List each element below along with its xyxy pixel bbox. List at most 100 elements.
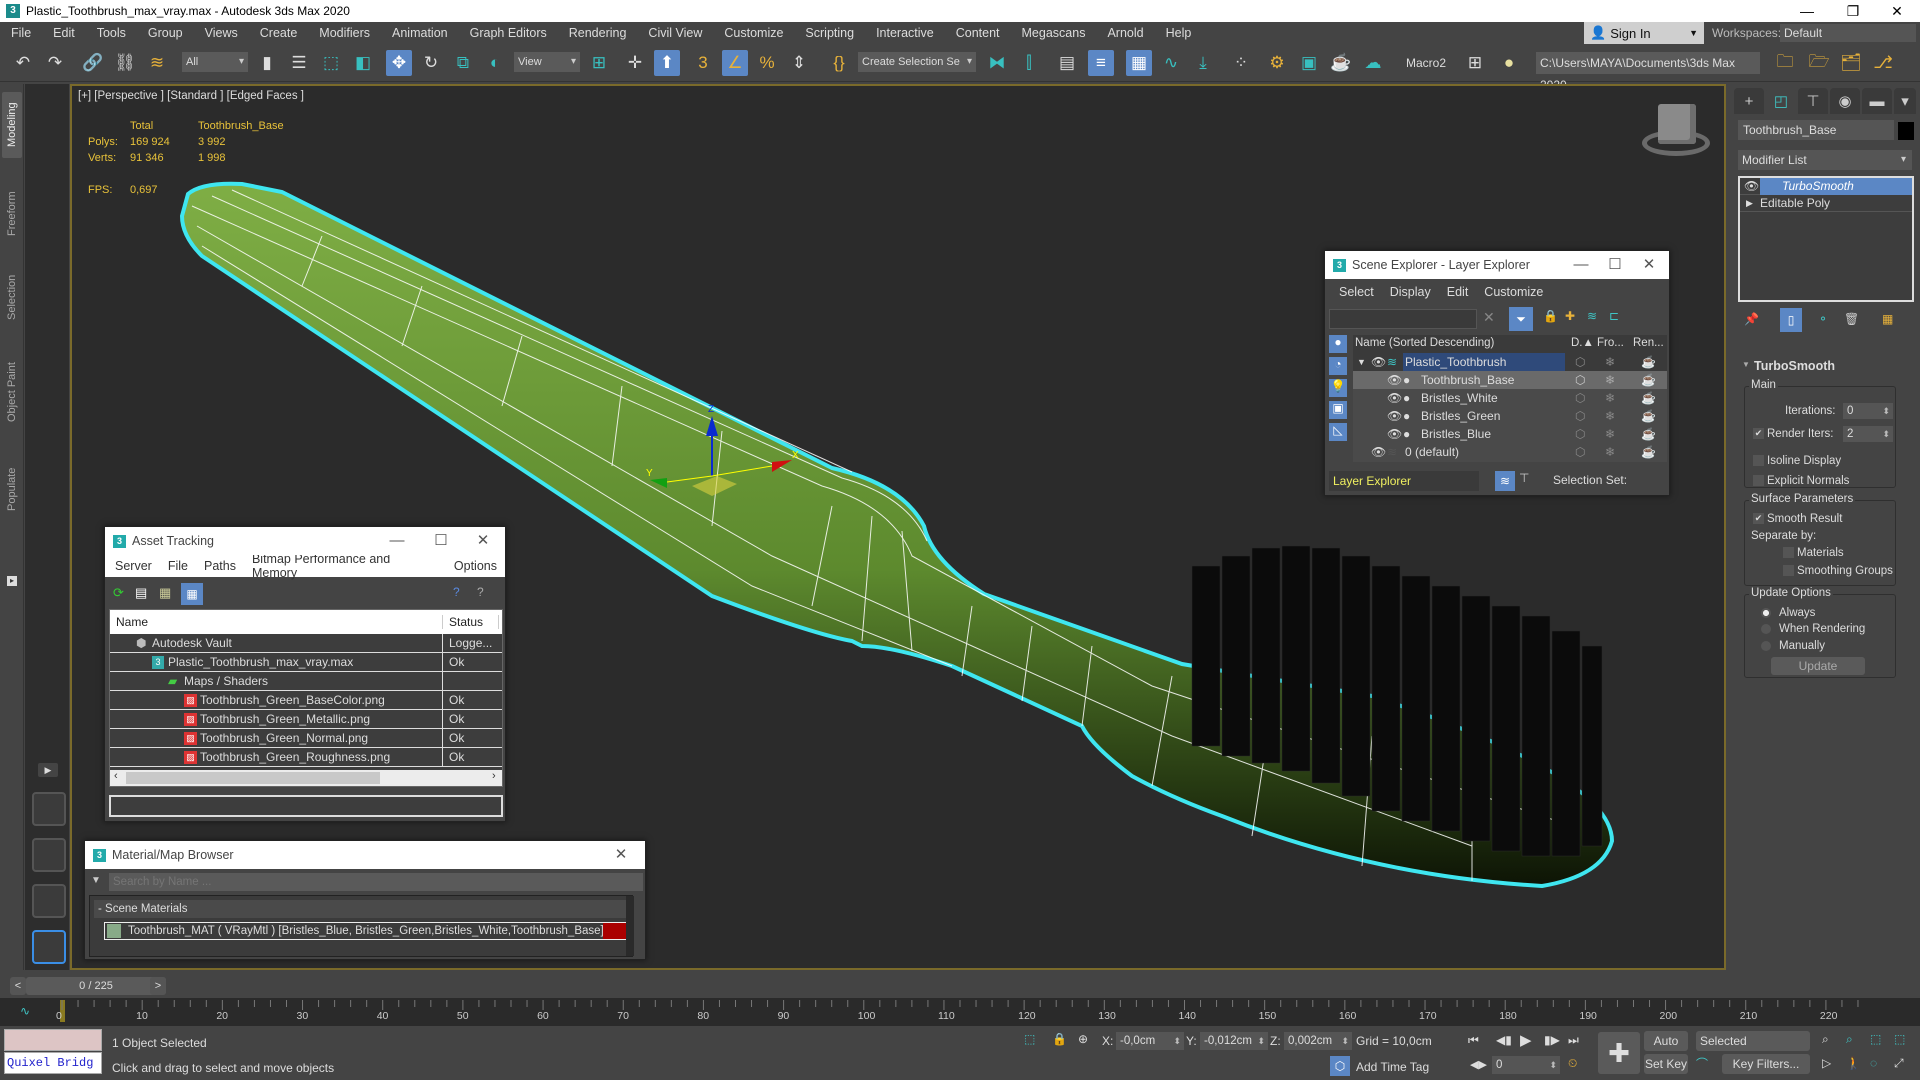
add-to-layer-icon[interactable]: ≋ [1587,309,1597,323]
add-time-tag-button[interactable]: Add Time Tag [1356,1060,1429,1074]
zoom-extents-icon[interactable]: ⬚ [1870,1032,1881,1046]
ref-coord-dropdown[interactable]: View [514,52,580,72]
display-icon[interactable]: ⬡ [1575,443,1585,462]
refresh-icon[interactable]: ⟳ [113,585,124,601]
selection-filter-dropdown[interactable]: All [182,52,248,72]
next-key-icon[interactable]: ▮▶ [1544,1033,1560,1047]
select-by-name-icon[interactable]: ☰ [286,50,312,76]
update-when-rendering-radio[interactable]: When Rendering [1761,623,1865,635]
tree-row[interactable]: 👁 ● Toothbrush_Base ⬡ ❄ ☕ [1353,371,1667,390]
eye-icon[interactable]: 👁 [1387,371,1402,390]
menu-tools[interactable]: Tools [86,22,137,44]
at-menu-bitmap-performance[interactable]: Bitmap Performance and Memory [244,552,446,580]
filter-icon[interactable]: ⏷ [1509,307,1533,331]
minimize-button[interactable]: — [375,527,419,555]
freeze-icon[interactable]: ❄ [1605,371,1615,390]
maxscript-input[interactable]: Quixel Bridg [4,1052,102,1074]
open-folder-icon[interactable]: 🗁 [1806,50,1832,76]
collapse-icon[interactable]: ▼ [1742,360,1750,369]
object-name-field[interactable]: Toothbrush_Base [1738,120,1894,140]
go-to-start-icon[interactable]: ⏮ [1468,1033,1479,1048]
eye-icon[interactable]: 👁 [1387,407,1402,426]
scroll-left-icon[interactable]: ‹ [114,770,118,782]
y-coordinate-field[interactable]: -0,012cm [1200,1032,1268,1050]
modifier-list-dropdown[interactable]: Modifier List [1738,150,1912,170]
angle-snap-icon[interactable]: ∠ [722,50,748,76]
asset-row[interactable]: ⬢ Autodesk Vault Logge... [110,634,502,653]
freeze-icon[interactable]: ❄ [1605,389,1615,408]
freeze-icon[interactable]: ❄ [1605,425,1615,444]
viewcube-cube[interactable] [1658,104,1696,144]
key-mode-icon[interactable]: ◀▶ [1470,1058,1487,1071]
select-object-icon[interactable]: ▮ [254,50,280,76]
render-icon[interactable]: ☕ [1641,425,1656,444]
asset-row[interactable]: 3 Plastic_Toothbrush_max_vray.max Ok [110,653,502,672]
material-sphere-icon[interactable]: ● [1496,50,1522,76]
thumbnail-view-icon[interactable]: ▦ [159,585,171,601]
tree-row-label[interactable]: Bristles_White [1419,389,1498,408]
asset-row[interactable]: ▰ Maps / Shaders [110,672,502,691]
display-icon[interactable]: ⬡ [1575,371,1585,390]
se-menu-select[interactable]: Select [1331,285,1382,299]
snap-3d-icon[interactable]: 3 [690,50,716,76]
freeze-icon[interactable]: ❄ [1605,443,1615,462]
next-frame-button[interactable]: > [150,977,166,995]
col-render[interactable]: Ren... [1633,337,1664,349]
tree-row[interactable]: 👁 ● Bristles_Green ⬡ ❄ ☕ [1353,407,1667,426]
display-icon[interactable]: ⬡ [1575,389,1585,408]
geometry-filter-icon[interactable]: ● [1329,335,1347,353]
help-icon[interactable]: ? [477,585,484,599]
toggle-layer-explorer-icon[interactable]: ≡ [1088,50,1114,76]
redo-icon[interactable]: ↷ [42,50,68,76]
materials-checkbox[interactable]: Materials [1783,547,1844,559]
render-iters-spinner[interactable]: 2 [1843,426,1893,442]
move-icon[interactable]: ✥ [386,50,412,76]
create-tab-icon[interactable]: + [1734,88,1764,114]
expand-icon[interactable]: ▼ [1357,353,1366,372]
close-button[interactable]: ✕ [461,527,505,555]
scene-materials-header[interactable]: - Scene Materials [94,900,628,918]
se-menu-edit[interactable]: Edit [1439,285,1477,299]
close-button[interactable]: ✕ [1874,0,1920,22]
scale-icon[interactable]: ⧉ [450,50,476,76]
close-button[interactable]: ✕ [1627,251,1671,279]
asset-tracking-titlebar[interactable]: 3 Asset Tracking — ☐ ✕ [105,527,505,555]
eye-icon[interactable]: 👁 [1387,389,1402,408]
x-coordinate-field[interactable]: -0,0cm [1116,1032,1184,1050]
asset-row[interactable]: ▨ Toothbrush_Green_Metallic.png Ok [110,710,502,729]
at-menu-options[interactable]: Options [446,559,505,573]
material-browser-titlebar[interactable]: 3 Material/Map Browser ✕ [85,841,645,869]
unlink-icon[interactable]: ⛓ [112,50,138,76]
schematic-view-icon[interactable]: ⤓ [1190,50,1216,76]
keyboard-shortcut-icon[interactable]: ⬆ [654,50,680,76]
close-button[interactable]: ✕ [599,841,643,869]
walk-through-icon[interactable]: 🚶 [1846,1056,1861,1070]
zoom-icon[interactable]: ⌕ [1822,1032,1829,1047]
tab-object-paint[interactable]: Object Paint [2,352,22,432]
minimize-button[interactable]: — [1784,0,1830,22]
explicit-normals-checkbox[interactable]: Explicit Normals [1753,475,1849,487]
freeze-icon[interactable]: ❄ [1605,353,1615,372]
asset-row[interactable]: ▨ Toothbrush_Green_BaseColor.png Ok [110,691,502,710]
vault-help-icon[interactable]: ? [453,585,460,599]
hierarchy-icon[interactable]: ⊏ [1609,309,1619,323]
browser-options-icon[interactable]: ▼ [91,875,101,886]
window-crossing-icon[interactable]: ◧ [350,50,376,76]
field-of-view-icon[interactable]: ▷ [1822,1056,1831,1070]
menu-customize[interactable]: Customize [713,22,794,44]
bind-space-warp-icon[interactable]: ≋ [144,50,170,76]
maxscript-listener-pink[interactable] [4,1029,102,1051]
display-icon[interactable]: ⬡ [1575,425,1585,444]
hierarchy-tab-icon[interactable]: ⊤ [1798,88,1828,114]
edit-named-sel-icon[interactable]: {} [826,50,852,76]
render-icon[interactable]: ☕ [1641,389,1656,408]
menu-file[interactable]: File [0,22,42,44]
cameras-filter-icon[interactable]: ▣ [1329,401,1347,419]
isoline-display-checkbox[interactable]: Isoline Display [1753,455,1841,467]
project-folder-icon[interactable]: 🗀 [1772,50,1798,76]
spinner-snap-icon[interactable]: ⇕ [786,50,812,76]
undo-icon[interactable]: ↶ [10,50,36,76]
project-structure-icon[interactable]: ⎇ [1870,50,1896,76]
render-setup-icon[interactable]: ⚙ [1264,50,1290,76]
scrollbar-thumb[interactable] [126,772,380,784]
